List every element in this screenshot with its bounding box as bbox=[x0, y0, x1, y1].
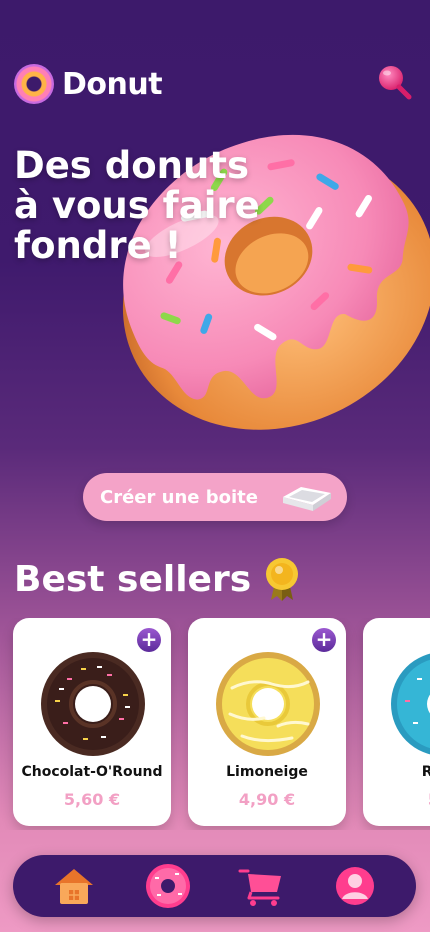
best-sellers-title: Best sellers bbox=[14, 556, 301, 602]
hero-title-line: fondre ! bbox=[14, 224, 182, 267]
chocolate-donut-image bbox=[41, 652, 145, 756]
hero-title: Des donuts à vous faire fondre ! bbox=[14, 146, 274, 266]
cart-icon bbox=[238, 869, 282, 906]
product-price: 5,6 bbox=[363, 790, 430, 809]
best-sellers-carousel[interactable]: + Chocolat-O'Round 5,60 € + Limoneige 4,… bbox=[0, 618, 430, 830]
nav-cart[interactable] bbox=[238, 863, 284, 909]
product-card[interactable]: + Chocolat-O'Round 5,60 € bbox=[13, 618, 171, 826]
product-name: Rond bbox=[421, 764, 430, 780]
product-name: Chocolat-O'Round bbox=[21, 764, 163, 780]
nav-donuts[interactable] bbox=[145, 863, 191, 909]
lemon-donut-image bbox=[216, 652, 320, 756]
donut-icon bbox=[145, 864, 190, 908]
hero-title-line: Des donuts bbox=[14, 144, 250, 187]
nav-profile[interactable] bbox=[332, 863, 378, 909]
medal-icon bbox=[266, 558, 299, 601]
create-box-button[interactable]: Créer une boite bbox=[83, 473, 347, 521]
product-price: 4,90 € bbox=[238, 790, 296, 809]
profile-icon bbox=[336, 867, 375, 905]
home-icon bbox=[54, 869, 93, 904]
app-header: Donut bbox=[14, 62, 414, 106]
bottom-nav bbox=[13, 855, 416, 917]
product-name: Limoneige bbox=[226, 764, 308, 780]
search-button[interactable] bbox=[374, 62, 414, 102]
box-icon bbox=[283, 487, 331, 511]
product-card[interactable]: Rond 5,6 bbox=[363, 618, 430, 826]
hero-title-line: à vous faire bbox=[14, 184, 260, 227]
product-price: 5,60 € bbox=[63, 790, 121, 809]
nav-home[interactable] bbox=[51, 863, 97, 909]
search-icon bbox=[379, 66, 412, 100]
donut-logo-icon bbox=[14, 64, 54, 104]
app-logo-text: Donut bbox=[62, 66, 163, 102]
create-box-label: Créer une boite bbox=[100, 486, 258, 508]
best-sellers-label: Best sellers bbox=[14, 558, 252, 600]
product-card[interactable]: + Limoneige 4,90 € bbox=[188, 618, 346, 826]
blue-donut-image bbox=[391, 653, 430, 755]
